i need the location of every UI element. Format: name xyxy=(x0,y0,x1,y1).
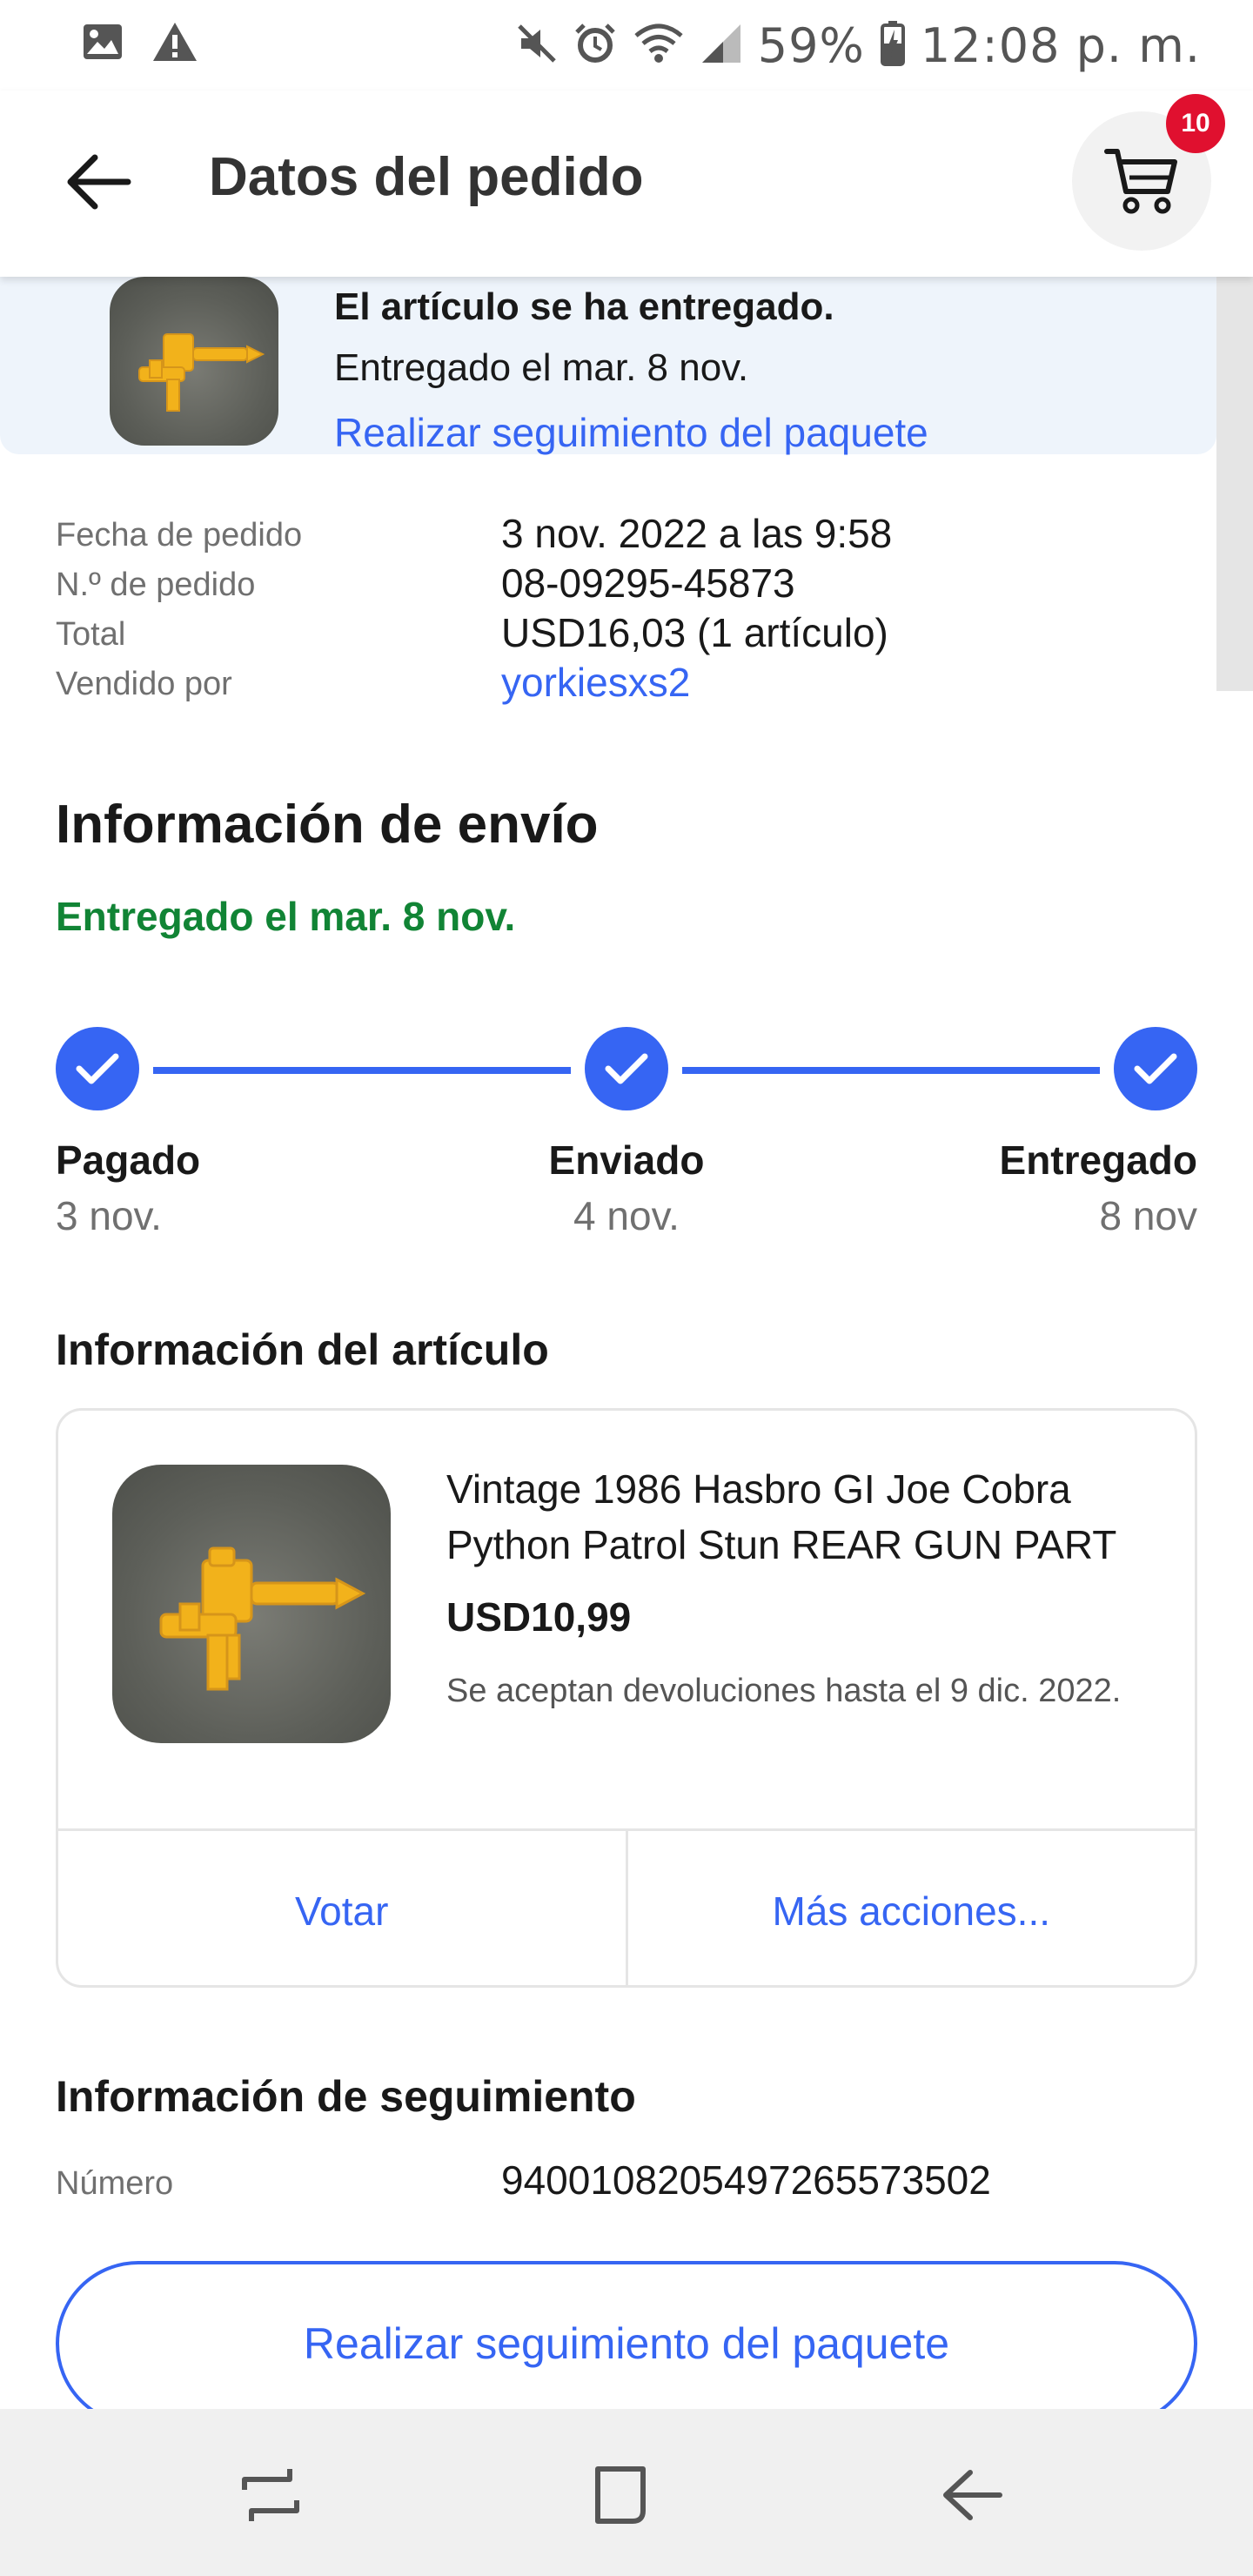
warning-icon xyxy=(151,21,198,67)
battery-icon xyxy=(880,20,905,70)
clock: 12:08 p. m. xyxy=(920,17,1201,73)
item-actions: Votar Más acciones... xyxy=(58,1828,1196,1985)
gun-part-image xyxy=(138,333,265,412)
step-shipped-label: Enviado xyxy=(548,1137,705,1183)
tracking-number-value: 9400108205497265573502 xyxy=(501,2157,991,2203)
signal-icon xyxy=(700,23,742,69)
arrow-left-icon xyxy=(67,154,131,210)
item-thumbnail[interactable] xyxy=(110,277,278,446)
item-price: USD10,99 xyxy=(446,1594,632,1640)
order-number-value: 08-09295-45873 xyxy=(501,560,795,606)
cart-count-badge: 10 xyxy=(1166,94,1225,153)
mute-icon xyxy=(516,23,558,69)
item-card: Vintage 1986 Hasbro GI Joe Cobra Python … xyxy=(56,1408,1197,1988)
scrollbar[interactable] xyxy=(1216,277,1253,691)
navigation-bar xyxy=(0,2409,1253,2576)
shipping-heading: Información de envío xyxy=(56,795,599,855)
item-returns-note: Se aceptan devoluciones hasta el 9 dic. … xyxy=(446,1673,1122,1709)
order-total-value: USD16,03 (1 artículo) xyxy=(501,610,888,655)
order-number-label: N.º de pedido xyxy=(56,567,256,603)
track-package-button[interactable]: Realizar seguimiento del paquete xyxy=(56,2261,1197,2426)
tracking-number-label: Número xyxy=(56,2165,174,2202)
order-date-value: 3 nov. 2022 a las 9:58 xyxy=(501,511,893,556)
status-bar-left xyxy=(82,21,198,67)
item-image[interactable] xyxy=(112,1465,391,1743)
delivery-date: Entregado el mar. 8 nov. xyxy=(334,346,749,389)
progress-line xyxy=(682,1067,1100,1074)
step-check-icon xyxy=(585,1027,668,1110)
track-package-link[interactable]: Realizar seguimiento del paquete xyxy=(334,409,928,456)
seller-link[interactable]: yorkiesxs2 xyxy=(501,659,690,706)
app-bar: Datos del pedido xyxy=(0,91,1253,277)
seller-label: Vendido por xyxy=(56,666,232,702)
more-actions-button[interactable]: Más acciones... xyxy=(625,1831,1196,1985)
recent-apps-icon xyxy=(242,2469,299,2521)
delivery-banner: El artículo se ha entregado. Entregado e… xyxy=(0,277,1216,456)
step-delivered-label: Entregado xyxy=(999,1137,1197,1183)
status-bar-right: 59% 12:08 p. m. xyxy=(516,12,1201,78)
step-shipped-date: 4 nov. xyxy=(573,1193,680,1238)
item-title[interactable]: Vintage 1986 Hasbro GI Joe Cobra Python … xyxy=(446,1461,1160,1573)
order-total-label: Total xyxy=(56,616,126,653)
delivery-status: El artículo se ha entregado. xyxy=(334,285,834,328)
wifi-icon xyxy=(633,22,685,70)
home-button[interactable] xyxy=(573,2447,668,2543)
order-date-label: Fecha de pedido xyxy=(56,517,303,553)
tracking-heading: Información de seguimiento xyxy=(56,2072,636,2121)
back-nav-button[interactable] xyxy=(922,2447,1018,2543)
image-icon xyxy=(82,23,124,65)
home-icon xyxy=(595,2466,646,2524)
cart-icon xyxy=(1104,149,1177,214)
step-paid-label: Pagado xyxy=(56,1137,201,1183)
alarm-icon xyxy=(573,22,617,70)
page-title: Datos del pedido xyxy=(209,147,644,207)
step-check-icon xyxy=(56,1027,139,1110)
vote-button[interactable]: Votar xyxy=(58,1831,626,1985)
battery-percent: 59% xyxy=(757,17,865,73)
item-heading: Información del artículo xyxy=(56,1325,549,1374)
back-nav-icon xyxy=(943,2470,1002,2520)
shipping-status: Entregado el mar. 8 nov. xyxy=(56,894,516,939)
back-button[interactable] xyxy=(59,143,137,221)
step-delivered-date: 8 nov xyxy=(1099,1193,1197,1238)
step-paid-date: 3 nov. xyxy=(56,1193,162,1238)
step-check-icon xyxy=(1114,1027,1197,1110)
gun-part-image xyxy=(159,1546,366,1691)
progress-line xyxy=(153,1067,571,1074)
recent-apps-button[interactable] xyxy=(223,2447,318,2543)
status-bar: 59% 12:08 p. m. xyxy=(0,0,1253,91)
